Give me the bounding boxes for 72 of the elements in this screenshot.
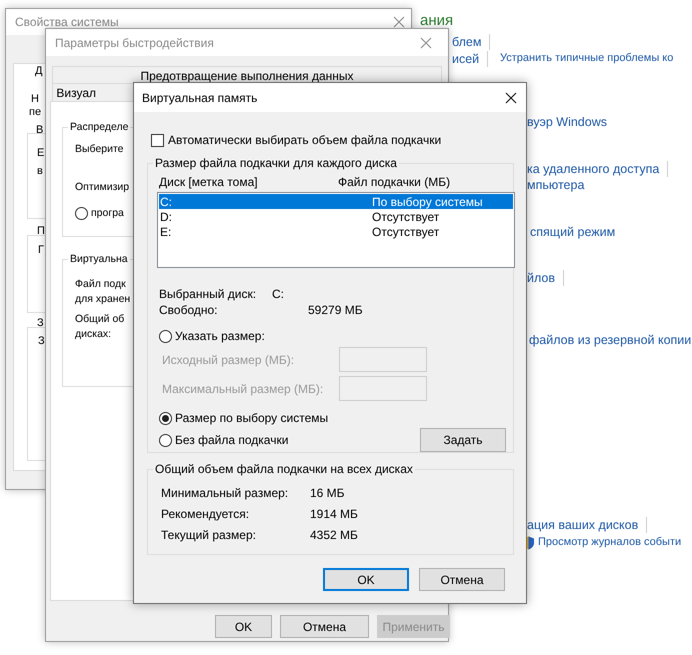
paging-file-cell: Отсутствует bbox=[372, 224, 440, 238]
link[interactable]: Просмотр журналов событи bbox=[538, 535, 682, 550]
value: 16 МБ bbox=[310, 486, 345, 500]
link[interactable]: ка удаленного доступа bbox=[527, 162, 660, 176]
text-fragment: Е bbox=[37, 148, 44, 159]
link[interactable]: ация ваших дисков bbox=[527, 518, 638, 532]
text-fragment: Н bbox=[31, 94, 39, 105]
label: Выберите bbox=[75, 142, 124, 156]
value: C: bbox=[272, 287, 284, 301]
label: Свободно: bbox=[159, 303, 218, 317]
label: Общий об bbox=[75, 312, 124, 326]
drive-row[interactable]: E: Отсутствует bbox=[159, 224, 513, 239]
group-legend: Размер файла подкачки для каждого диска bbox=[153, 156, 399, 170]
drive-row[interactable]: D: Отсутствует bbox=[159, 209, 513, 224]
value: 59279 МБ bbox=[308, 303, 363, 317]
radio-button[interactable] bbox=[159, 330, 172, 342]
link[interactable]: исей bbox=[452, 52, 480, 66]
window-title: Свойства системы bbox=[15, 14, 119, 31]
value: 4352 МБ bbox=[310, 528, 358, 542]
set-button[interactable]: Задать bbox=[420, 428, 506, 452]
dialog-button[interactable]: OK bbox=[215, 615, 272, 638]
radio-label: Размер по выбору системы bbox=[175, 411, 328, 425]
text-fragment: З bbox=[38, 336, 45, 347]
value: 1914 МБ bbox=[310, 507, 358, 521]
field-label: Максимальный размер (МБ): bbox=[161, 380, 324, 398]
radio-button[interactable] bbox=[159, 412, 172, 424]
link[interactable]: йлов bbox=[527, 270, 556, 286]
label: програ bbox=[91, 206, 124, 220]
text-fragment: Д bbox=[35, 66, 42, 77]
window-title: Параметры быстродействия bbox=[55, 34, 214, 52]
close-icon[interactable] bbox=[505, 92, 517, 104]
checkbox-label: Автоматически выбирать объем файла подкачки bbox=[168, 132, 442, 149]
dialog-button[interactable]: OK bbox=[323, 568, 409, 591]
section-heading: ания bbox=[420, 13, 454, 28]
drive-cell-text: E: bbox=[159, 224, 172, 238]
text-fragment: Г bbox=[38, 245, 44, 256]
label: Выбранный диск: bbox=[159, 287, 258, 301]
link[interactable]: вуэр Windows bbox=[527, 115, 607, 130]
column-header: Файл подкачки (МБ) bbox=[338, 175, 450, 189]
radio-label: Указать размер: bbox=[175, 329, 265, 343]
link[interactable]: Устранить типичные проблемы ко bbox=[500, 51, 674, 66]
drive-cell-text: C: bbox=[159, 194, 173, 208]
label: для хранен bbox=[75, 292, 130, 306]
link[interactable]: мпьютера bbox=[527, 178, 584, 193]
label: Рекомендуется: bbox=[161, 507, 250, 521]
label: Файл подк bbox=[75, 277, 126, 291]
paging-file-cell: Отсутствует bbox=[372, 210, 440, 224]
link[interactable]: блем bbox=[452, 34, 482, 50]
text-fragment: В bbox=[36, 125, 44, 136]
paging-file-cell: По выбору системы bbox=[372, 194, 483, 208]
group-legend: Общий объем файла подкачки на всех дисках bbox=[153, 462, 415, 476]
group-legend: Виртуальна bbox=[68, 252, 130, 266]
label: Текущий размер: bbox=[161, 528, 257, 542]
text-fragment: З bbox=[37, 318, 44, 329]
dialog-button[interactable]: Отмена bbox=[419, 568, 505, 591]
text-fragment: в bbox=[37, 166, 43, 177]
checkbox[interactable] bbox=[151, 134, 164, 146]
label: дисках: bbox=[75, 327, 112, 341]
link[interactable]: спящий режим bbox=[530, 225, 616, 240]
link[interactable]: файлов из резервной копии bbox=[529, 333, 692, 348]
dialog-button[interactable]: Отмена bbox=[280, 615, 369, 638]
label: Минимальный размер: bbox=[161, 486, 290, 500]
label: Оптимизир bbox=[75, 180, 130, 194]
drive-row[interactable]: C: По выбору системы bbox=[159, 194, 513, 209]
column-header: Диск [метка тома] bbox=[159, 175, 259, 189]
group-legend: Распределе bbox=[68, 120, 130, 134]
text-fragment: П bbox=[37, 226, 45, 237]
radio-button[interactable] bbox=[159, 434, 172, 446]
text-fragment: пе bbox=[29, 107, 42, 118]
field-label: Исходный размер (МБ): bbox=[161, 352, 296, 368]
drive-cell-text: D: bbox=[159, 210, 173, 224]
radio-label: Без файла подкачки bbox=[175, 433, 288, 447]
